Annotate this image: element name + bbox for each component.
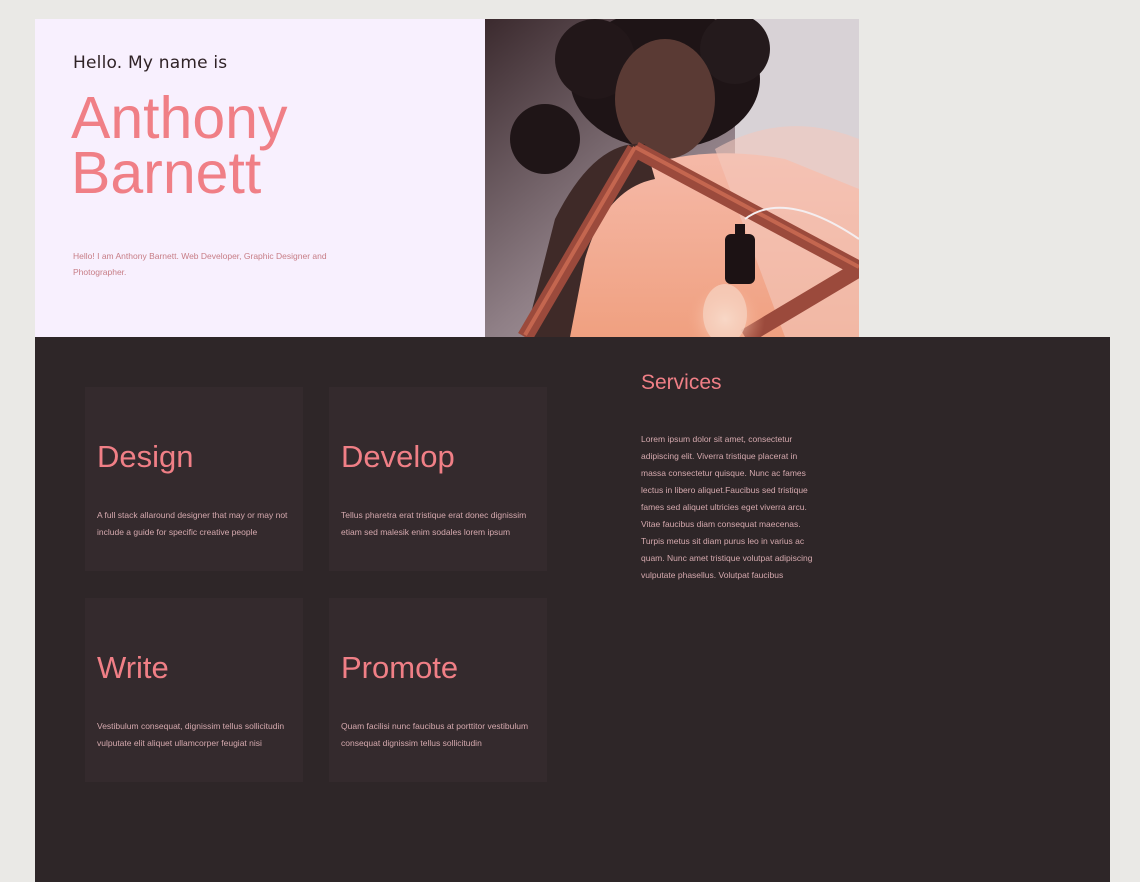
portrait-illustration (485, 19, 859, 337)
services-description: Lorem ipsum dolor sit amet, consectetur … (641, 434, 813, 580)
service-card-promote: Promote Quam facilisi nunc faucibus at p… (329, 598, 547, 782)
service-card-develop: Develop Tellus pharetra erat tristique e… (329, 387, 547, 571)
services-heading: Services (641, 371, 722, 394)
service-card-text: A full stack allaround designer that may… (97, 510, 288, 537)
service-card-title: Develop (341, 439, 455, 474)
portrait-photo (485, 19, 859, 337)
service-card-title: Promote (341, 650, 459, 685)
service-card-text: Tellus pharetra erat tristique erat done… (341, 510, 527, 537)
service-card-write: Write Vestibulum consequat, dignissim te… (85, 598, 303, 782)
hero-name: Anthony Barnett (71, 85, 288, 206)
hero-intro: Hello! I am Anthony Barnett. Web Develop… (73, 251, 327, 277)
hero-section: Hello. My name is Anthony Barnett Hello!… (35, 19, 485, 337)
service-card-text: Quam facilisi nunc faucibus at porttitor… (341, 721, 529, 748)
service-card-design: Design A full stack allaround designer t… (85, 387, 303, 571)
service-card-title: Design (97, 439, 194, 474)
hero-last-name: Barnett (71, 140, 262, 206)
service-card-title: Write (97, 650, 169, 685)
hero-first-name: Anthony (71, 85, 288, 151)
services-section: Design A full stack allaround designer t… (35, 337, 1110, 882)
service-card-text: Vestibulum consequat, dignissim tellus s… (97, 721, 285, 748)
greeting-text: Hello. My name is (73, 53, 228, 73)
